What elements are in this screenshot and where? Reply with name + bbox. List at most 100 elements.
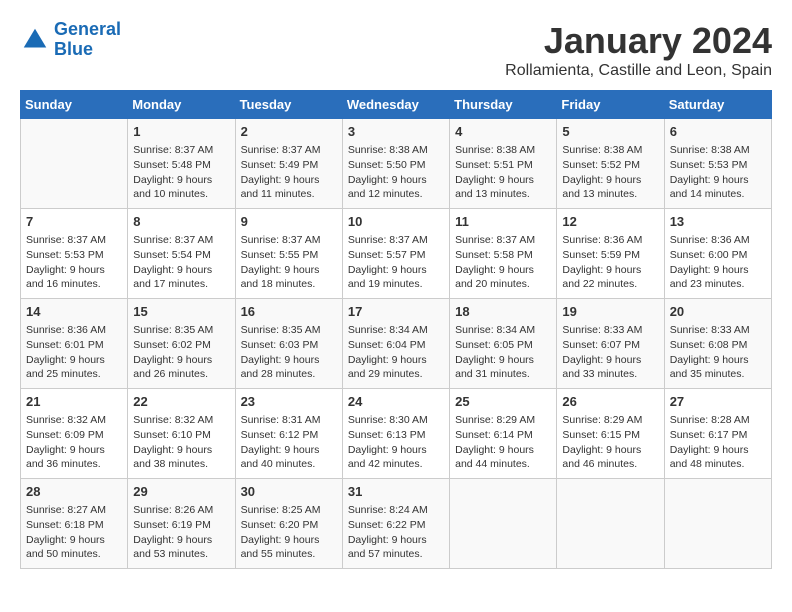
day-info: Sunrise: 8:29 AM Sunset: 6:14 PM Dayligh… bbox=[455, 413, 551, 472]
col-thursday: Thursday bbox=[450, 91, 557, 119]
calendar-table: Sunday Monday Tuesday Wednesday Thursday… bbox=[20, 90, 772, 569]
calendar-cell bbox=[557, 479, 664, 569]
day-info: Sunrise: 8:38 AM Sunset: 5:53 PM Dayligh… bbox=[670, 143, 766, 202]
day-info: Sunrise: 8:38 AM Sunset: 5:51 PM Dayligh… bbox=[455, 143, 551, 202]
day-info: Sunrise: 8:34 AM Sunset: 6:05 PM Dayligh… bbox=[455, 323, 551, 382]
day-info: Sunrise: 8:36 AM Sunset: 5:59 PM Dayligh… bbox=[562, 233, 658, 292]
logo: General Blue bbox=[20, 20, 121, 60]
day-info: Sunrise: 8:37 AM Sunset: 5:53 PM Dayligh… bbox=[26, 233, 122, 292]
calendar-cell: 4 Sunrise: 8:38 AM Sunset: 5:51 PM Daylig… bbox=[450, 119, 557, 209]
col-monday: Monday bbox=[128, 91, 235, 119]
day-number: 3 bbox=[348, 123, 444, 141]
calendar-cell: 31 Sunrise: 8:24 AM Sunset: 6:22 PM Dayli… bbox=[342, 479, 449, 569]
day-number: 14 bbox=[26, 303, 122, 321]
day-number: 18 bbox=[455, 303, 551, 321]
calendar-cell: 18 Sunrise: 8:34 AM Sunset: 6:05 PM Dayli… bbox=[450, 299, 557, 389]
day-number: 30 bbox=[241, 483, 337, 501]
calendar-cell: 16Sunrise: 8:35 AM Sunset: 6:03 PM Dayli… bbox=[235, 299, 342, 389]
calendar-cell: 24Sunrise: 8:30 AM Sunset: 6:13 PM Dayli… bbox=[342, 389, 449, 479]
day-number: 27 bbox=[670, 393, 766, 411]
calendar-cell: 19Sunrise: 8:33 AM Sunset: 6:07 PM Dayli… bbox=[557, 299, 664, 389]
logo-line1: General bbox=[54, 19, 121, 39]
day-number: 15 bbox=[133, 303, 229, 321]
calendar-week-5: 28Sunrise: 8:27 AM Sunset: 6:18 PM Dayli… bbox=[21, 479, 772, 569]
calendar-cell: 3 Sunrise: 8:38 AM Sunset: 5:50 PM Daylig… bbox=[342, 119, 449, 209]
day-info: Sunrise: 8:25 AM Sunset: 6:20 PM Dayligh… bbox=[241, 503, 337, 562]
day-number: 25 bbox=[455, 393, 551, 411]
calendar-cell: 21Sunrise: 8:32 AM Sunset: 6:09 PM Dayli… bbox=[21, 389, 128, 479]
day-number: 13 bbox=[670, 213, 766, 231]
day-info: Sunrise: 8:37 AM Sunset: 5:49 PM Dayligh… bbox=[241, 143, 337, 202]
calendar-cell: 26 Sunrise: 8:29 AM Sunset: 6:15 PM Dayli… bbox=[557, 389, 664, 479]
day-info: Sunrise: 8:34 AM Sunset: 6:04 PM Dayligh… bbox=[348, 323, 444, 382]
day-number: 29 bbox=[133, 483, 229, 501]
col-friday: Friday bbox=[557, 91, 664, 119]
day-info: Sunrise: 8:37 AM Sunset: 5:58 PM Dayligh… bbox=[455, 233, 551, 292]
calendar-week-1: 1Sunrise: 8:37 AM Sunset: 5:48 PM Daylig… bbox=[21, 119, 772, 209]
calendar-title: January 2024 bbox=[505, 20, 772, 62]
logo-icon bbox=[20, 25, 50, 55]
logo-text: General Blue bbox=[54, 20, 121, 60]
calendar-week-2: 7 Sunrise: 8:37 AM Sunset: 5:53 PM Daylig… bbox=[21, 209, 772, 299]
day-number: 17 bbox=[348, 303, 444, 321]
day-number: 4 bbox=[455, 123, 551, 141]
day-info: Sunrise: 8:37 AM Sunset: 5:55 PM Dayligh… bbox=[241, 233, 337, 292]
day-info: Sunrise: 8:38 AM Sunset: 5:50 PM Dayligh… bbox=[348, 143, 444, 202]
day-number: 10 bbox=[348, 213, 444, 231]
calendar-body: 1Sunrise: 8:37 AM Sunset: 5:48 PM Daylig… bbox=[21, 119, 772, 569]
day-info: Sunrise: 8:24 AM Sunset: 6:22 PM Dayligh… bbox=[348, 503, 444, 562]
col-sunday: Sunday bbox=[21, 91, 128, 119]
day-number: 22 bbox=[133, 393, 229, 411]
calendar-week-3: 14 Sunrise: 8:36 AM Sunset: 6:01 PM Dayli… bbox=[21, 299, 772, 389]
day-info: Sunrise: 8:33 AM Sunset: 6:08 PM Dayligh… bbox=[670, 323, 766, 382]
calendar-cell bbox=[450, 479, 557, 569]
calendar-cell: 5 Sunrise: 8:38 AM Sunset: 5:52 PM Daylig… bbox=[557, 119, 664, 209]
calendar-cell: 11 Sunrise: 8:37 AM Sunset: 5:58 PM Dayli… bbox=[450, 209, 557, 299]
day-number: 5 bbox=[562, 123, 658, 141]
day-number: 12 bbox=[562, 213, 658, 231]
day-number: 2 bbox=[241, 123, 337, 141]
calendar-cell: 29 Sunrise: 8:26 AM Sunset: 6:19 PM Dayli… bbox=[128, 479, 235, 569]
calendar-cell: 23 Sunrise: 8:31 AM Sunset: 6:12 PM Dayli… bbox=[235, 389, 342, 479]
calendar-cell: 15 Sunrise: 8:35 AM Sunset: 6:02 PM Dayli… bbox=[128, 299, 235, 389]
day-number: 20 bbox=[670, 303, 766, 321]
day-info: Sunrise: 8:26 AM Sunset: 6:19 PM Dayligh… bbox=[133, 503, 229, 562]
day-number: 31 bbox=[348, 483, 444, 501]
calendar-week-4: 21Sunrise: 8:32 AM Sunset: 6:09 PM Dayli… bbox=[21, 389, 772, 479]
day-number: 6 bbox=[670, 123, 766, 141]
calendar-subtitle: Rollamienta, Castille and Leon, Spain bbox=[505, 62, 772, 80]
day-number: 9 bbox=[241, 213, 337, 231]
day-number: 7 bbox=[26, 213, 122, 231]
calendar-cell: 25 Sunrise: 8:29 AM Sunset: 6:14 PM Dayli… bbox=[450, 389, 557, 479]
day-number: 24 bbox=[348, 393, 444, 411]
day-info: Sunrise: 8:31 AM Sunset: 6:12 PM Dayligh… bbox=[241, 413, 337, 472]
day-info: Sunrise: 8:38 AM Sunset: 5:52 PM Dayligh… bbox=[562, 143, 658, 202]
calendar-cell: 9 Sunrise: 8:37 AM Sunset: 5:55 PM Daylig… bbox=[235, 209, 342, 299]
day-number: 16 bbox=[241, 303, 337, 321]
day-number: 11 bbox=[455, 213, 551, 231]
col-saturday: Saturday bbox=[664, 91, 771, 119]
calendar-cell: 20 Sunrise: 8:33 AM Sunset: 6:08 PM Dayli… bbox=[664, 299, 771, 389]
calendar-cell bbox=[664, 479, 771, 569]
logo-line2: Blue bbox=[54, 39, 93, 59]
day-info: Sunrise: 8:32 AM Sunset: 6:10 PM Dayligh… bbox=[133, 413, 229, 472]
day-number: 26 bbox=[562, 393, 658, 411]
calendar-cell: 12 Sunrise: 8:36 AM Sunset: 5:59 PM Dayli… bbox=[557, 209, 664, 299]
calendar-cell: 7 Sunrise: 8:37 AM Sunset: 5:53 PM Daylig… bbox=[21, 209, 128, 299]
day-info: Sunrise: 8:33 AM Sunset: 6:07 PM Dayligh… bbox=[562, 323, 658, 382]
day-number: 28 bbox=[26, 483, 122, 501]
calendar-cell: 30 Sunrise: 8:25 AM Sunset: 6:20 PM Dayli… bbox=[235, 479, 342, 569]
calendar-cell: 6 Sunrise: 8:38 AM Sunset: 5:53 PM Daylig… bbox=[664, 119, 771, 209]
calendar-cell: 2 Sunrise: 8:37 AM Sunset: 5:49 PM Daylig… bbox=[235, 119, 342, 209]
col-tuesday: Tuesday bbox=[235, 91, 342, 119]
calendar-cell: 17 Sunrise: 8:34 AM Sunset: 6:04 PM Dayli… bbox=[342, 299, 449, 389]
day-info: Sunrise: 8:37 AM Sunset: 5:57 PM Dayligh… bbox=[348, 233, 444, 292]
calendar-cell: 27Sunrise: 8:28 AM Sunset: 6:17 PM Dayli… bbox=[664, 389, 771, 479]
day-number: 23 bbox=[241, 393, 337, 411]
day-info: Sunrise: 8:37 AM Sunset: 5:48 PM Dayligh… bbox=[133, 143, 229, 202]
day-info: Sunrise: 8:35 AM Sunset: 6:02 PM Dayligh… bbox=[133, 323, 229, 382]
day-number: 8 bbox=[133, 213, 229, 231]
day-info: Sunrise: 8:29 AM Sunset: 6:15 PM Dayligh… bbox=[562, 413, 658, 472]
day-info: Sunrise: 8:36 AM Sunset: 6:01 PM Dayligh… bbox=[26, 323, 122, 382]
day-info: Sunrise: 8:36 AM Sunset: 6:00 PM Dayligh… bbox=[670, 233, 766, 292]
